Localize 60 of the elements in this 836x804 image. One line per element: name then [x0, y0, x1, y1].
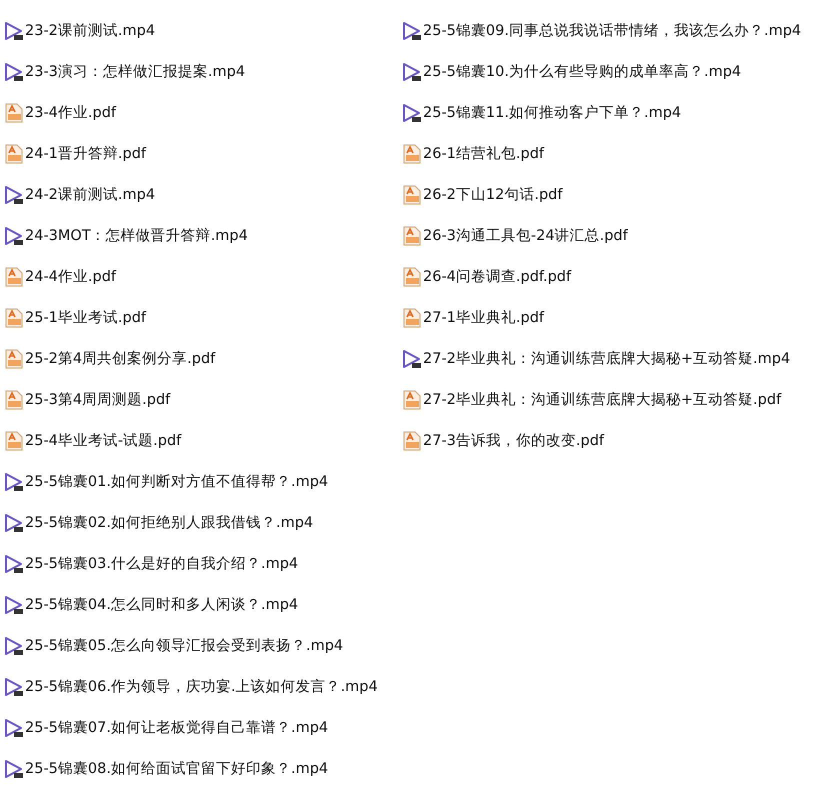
- file-name[interactable]: 25-5锦囊06.作为领导，庆功宴.上该如何发言？.mp4: [25, 677, 378, 696]
- file-name[interactable]: 23-4作业.pdf: [25, 103, 116, 122]
- file-name[interactable]: 23-2课前测试.mp4: [25, 21, 156, 40]
- file-name[interactable]: 27-2毕业典礼：沟通训练营底牌大揭秘+互动答疑.pdf: [423, 390, 782, 409]
- file-name[interactable]: 25-4毕业考试-试题.pdf: [25, 431, 182, 450]
- pdf-file-icon: [402, 266, 422, 286]
- video-file-icon: [4, 226, 24, 246]
- video-file-icon: [4, 758, 24, 778]
- video-file-icon: [4, 62, 24, 82]
- pdf-file-icon: [402, 144, 422, 164]
- file-name[interactable]: 25-5锦囊03.什么是好的自我介绍？.mp4: [25, 554, 298, 573]
- pdf-file-icon: [402, 184, 422, 204]
- file-name[interactable]: 25-5锦囊01.如何判断对方值不值得帮？.mp4: [25, 472, 328, 491]
- video-file-icon: [4, 594, 24, 614]
- file-name[interactable]: 25-5锦囊04.怎么同时和多人闲谈？.mp4: [25, 595, 298, 614]
- video-file-icon: [4, 20, 24, 40]
- file-name[interactable]: 27-1毕业典礼.pdf: [423, 308, 544, 327]
- pdf-file-icon: [4, 430, 24, 450]
- file-name[interactable]: 25-5锦囊02.如何拒绝别人跟我借钱？.mp4: [25, 513, 314, 532]
- video-file-icon: [4, 554, 24, 574]
- file-name[interactable]: 25-5锦囊08.如何给面试官留下好印象？.mp4: [25, 759, 328, 778]
- file-name[interactable]: 27-3告诉我，你的改变.pdf: [423, 431, 604, 450]
- file-name[interactable]: 26-3沟通工具包-24讲汇总.pdf: [423, 226, 628, 245]
- pdf-file-icon: [402, 308, 422, 328]
- file-name[interactable]: 24-4作业.pdf: [25, 267, 116, 286]
- file-name[interactable]: 25-1毕业考试.pdf: [25, 308, 146, 327]
- file-name[interactable]: 25-2第4周共创案例分享.pdf: [25, 349, 216, 368]
- video-file-icon: [4, 512, 24, 532]
- pdf-file-icon: [4, 348, 24, 368]
- pdf-file-icon: [4, 102, 24, 122]
- file-name[interactable]: 24-3MOT：怎样做晋升答辩.mp4: [25, 226, 248, 245]
- file-name[interactable]: 25-5锦囊05.怎么向领导汇报会受到表扬？.mp4: [25, 636, 344, 655]
- video-file-icon: [4, 718, 24, 738]
- file-name[interactable]: 25-5锦囊09.同事总说我说话带情绪，我该怎么办？.mp4: [423, 21, 802, 40]
- file-name[interactable]: 26-1结营礼包.pdf: [423, 144, 544, 163]
- file-name[interactable]: 24-1晋升答辩.pdf: [25, 144, 146, 163]
- file-name[interactable]: 23-3演习：怎样做汇报提案.mp4: [25, 62, 246, 81]
- file-name[interactable]: 25-3第4周周测题.pdf: [25, 390, 170, 409]
- pdf-file-icon: [402, 226, 422, 246]
- pdf-file-icon: [402, 430, 422, 450]
- file-name[interactable]: 26-2下山12句话.pdf: [423, 185, 562, 204]
- video-file-icon: [402, 102, 422, 122]
- pdf-file-icon: [4, 266, 24, 286]
- file-name[interactable]: 25-5锦囊10.为什么有些导购的成单率高？.mp4: [423, 62, 742, 81]
- file-name[interactable]: 24-2课前测试.mp4: [25, 185, 156, 204]
- file-name[interactable]: 25-5锦囊07.如何让老板觉得自己靠谱？.mp4: [25, 718, 328, 737]
- pdf-file-icon: [4, 390, 24, 410]
- video-file-icon: [402, 20, 422, 40]
- file-name[interactable]: 27-2毕业典礼：沟通训练营底牌大揭秘+互动答疑.mp4: [423, 349, 790, 368]
- pdf-file-icon: [4, 144, 24, 164]
- video-file-icon: [4, 636, 24, 656]
- pdf-file-icon: [4, 308, 24, 328]
- pdf-file-icon: [402, 390, 422, 410]
- video-file-icon: [4, 676, 24, 696]
- video-file-icon: [4, 472, 24, 492]
- video-file-icon: [402, 348, 422, 368]
- video-file-icon: [402, 62, 422, 82]
- file-name[interactable]: 26-4问卷调查.pdf.pdf: [423, 267, 572, 286]
- video-file-icon: [4, 184, 24, 204]
- file-name[interactable]: 25-5锦囊11.如何推动客户下单？.mp4: [423, 103, 682, 122]
